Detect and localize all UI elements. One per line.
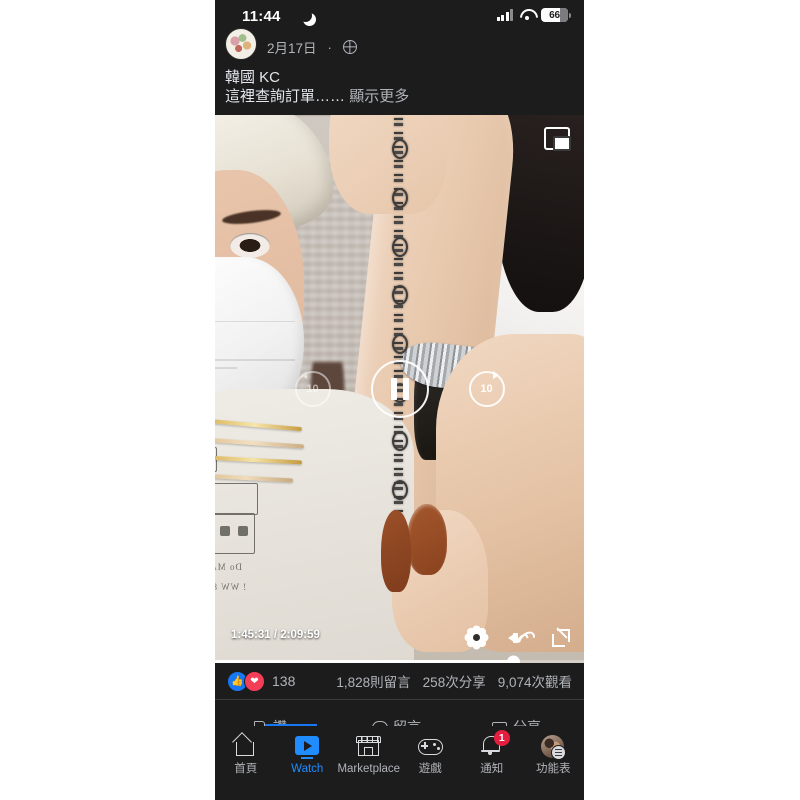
rewind-10-button[interactable]: 10 bbox=[294, 371, 331, 407]
engagement-stats-row: 👍 ❤ 138 1,828則留言 258次分享 9,074次觀看 bbox=[215, 663, 584, 699]
share-count[interactable]: 258次分享 bbox=[423, 671, 486, 691]
nav-item-marketplace[interactable]: Marketplace bbox=[337, 734, 401, 775]
post-body-line: 這裡查詢訂單…… 顯示更多 bbox=[225, 87, 574, 106]
nav-label-games: 遊戲 bbox=[418, 763, 442, 775]
post-header: 2月17日 · 韓國 KC 這裡查詢訂單…… 顯示更多 bbox=[215, 27, 584, 115]
picture-in-picture-icon[interactable] bbox=[544, 127, 571, 151]
post-action-row: 讚 留言 分享 bbox=[215, 699, 584, 726]
nav-item-notifications[interactable]: 1 通知 bbox=[462, 730, 522, 775]
reaction-icons[interactable]: 👍 ❤ bbox=[227, 670, 265, 692]
crescent-moon-icon bbox=[299, 9, 312, 22]
video-timestamp: 1:45:31 / 2:09:59 bbox=[231, 629, 320, 641]
bottom-navigation: 首頁 Watch Marketplace 遊戲 1 通知 功能表 bbox=[215, 726, 584, 792]
post-meta-separator: · bbox=[327, 39, 332, 55]
gear-icon[interactable] bbox=[467, 628, 486, 647]
post-body: 這裡查詢訂單…… bbox=[225, 88, 346, 105]
home-icon bbox=[233, 734, 259, 758]
rewind-10-label: 10 bbox=[306, 383, 319, 395]
marketplace-icon bbox=[355, 734, 382, 758]
games-controller-icon bbox=[417, 734, 444, 758]
current-time: 1:45:31 bbox=[231, 629, 271, 641]
comment-button[interactable]: 留言 bbox=[371, 717, 421, 726]
share-label: 分享 bbox=[513, 717, 541, 726]
pause-button[interactable] bbox=[370, 360, 429, 418]
nav-label-menu: 功能表 bbox=[536, 763, 571, 775]
view-count[interactable]: 9,074次觀看 bbox=[498, 671, 572, 691]
time-separator: / bbox=[273, 629, 278, 641]
share-button[interactable]: 分享 bbox=[491, 717, 541, 726]
screenshot-canvas: 11:44 66 2月17日 · 韓國 KC 這裡查詢訂單…… 顯示更多 Do … bbox=[0, 0, 800, 800]
heart-reaction-icon: ❤ bbox=[244, 670, 265, 692]
video-progress-bar[interactable] bbox=[215, 655, 584, 663]
see-more-link[interactable]: 顯示更多 bbox=[349, 88, 409, 105]
nav-label-marketplace: Marketplace bbox=[337, 763, 401, 775]
reaction-count[interactable]: 138 bbox=[272, 673, 295, 689]
bell-icon: 1 bbox=[479, 730, 510, 758]
comment-bubble-icon bbox=[371, 719, 388, 726]
nav-item-watch[interactable]: Watch bbox=[277, 734, 337, 775]
video-duration: 2:09:59 bbox=[280, 629, 320, 641]
status-bar-indicators: 66 bbox=[496, 8, 571, 22]
notification-badge: 1 bbox=[493, 730, 510, 746]
home-indicator bbox=[215, 792, 584, 800]
nav-item-games[interactable]: 遊戲 bbox=[400, 734, 460, 775]
speaker-icon[interactable] bbox=[508, 627, 539, 652]
comment-label: 留言 bbox=[393, 717, 421, 726]
battery-indicator: 66 bbox=[541, 8, 571, 22]
video-player[interactable]: Do MAI - ! WW 8888 bbox=[215, 115, 584, 663]
progress-scrubber[interactable] bbox=[507, 655, 521, 663]
avatar[interactable] bbox=[225, 27, 257, 60]
post-meta-row: 2月17日 · bbox=[225, 27, 574, 60]
wifi-icon bbox=[519, 9, 535, 21]
expand-icon[interactable] bbox=[552, 626, 570, 647]
nav-label-watch: Watch bbox=[291, 763, 324, 775]
post-date: 2月17日 bbox=[267, 41, 317, 56]
video-right-controls bbox=[467, 626, 570, 652]
nav-label-notifications: 通知 bbox=[480, 763, 504, 775]
globe-icon bbox=[342, 40, 357, 54]
menu-avatar-icon bbox=[540, 734, 567, 760]
status-bar: 11:44 66 bbox=[215, 0, 584, 34]
nav-item-menu[interactable]: 功能表 bbox=[523, 734, 583, 775]
stats-right-group: 1,828則留言 258次分享 9,074次觀看 bbox=[336, 671, 572, 691]
watch-icon bbox=[294, 734, 320, 759]
status-bar-time: 11:44 bbox=[242, 8, 281, 25]
share-icon bbox=[491, 719, 508, 726]
video-center-controls: 10 10 bbox=[215, 360, 584, 418]
battery-level-label: 66 bbox=[549, 9, 560, 21]
cellular-signal-icon bbox=[496, 9, 513, 21]
phone-screenshot: 11:44 66 2月17日 · 韓國 KC 這裡查詢訂單…… 顯示更多 Do … bbox=[215, 0, 584, 800]
post-text: 韓國 KC 這裡查詢訂單…… 顯示更多 bbox=[225, 68, 574, 106]
nav-item-home[interactable]: 首頁 bbox=[216, 734, 276, 775]
active-action-underline bbox=[265, 724, 317, 726]
progress-fill bbox=[215, 660, 514, 663]
post-title: 韓國 KC bbox=[225, 69, 281, 86]
comment-count[interactable]: 1,828則留言 bbox=[336, 671, 410, 691]
forward-10-label: 10 bbox=[480, 383, 493, 395]
forward-10-button[interactable]: 10 bbox=[468, 371, 505, 407]
nav-label-home: 首頁 bbox=[234, 763, 258, 775]
